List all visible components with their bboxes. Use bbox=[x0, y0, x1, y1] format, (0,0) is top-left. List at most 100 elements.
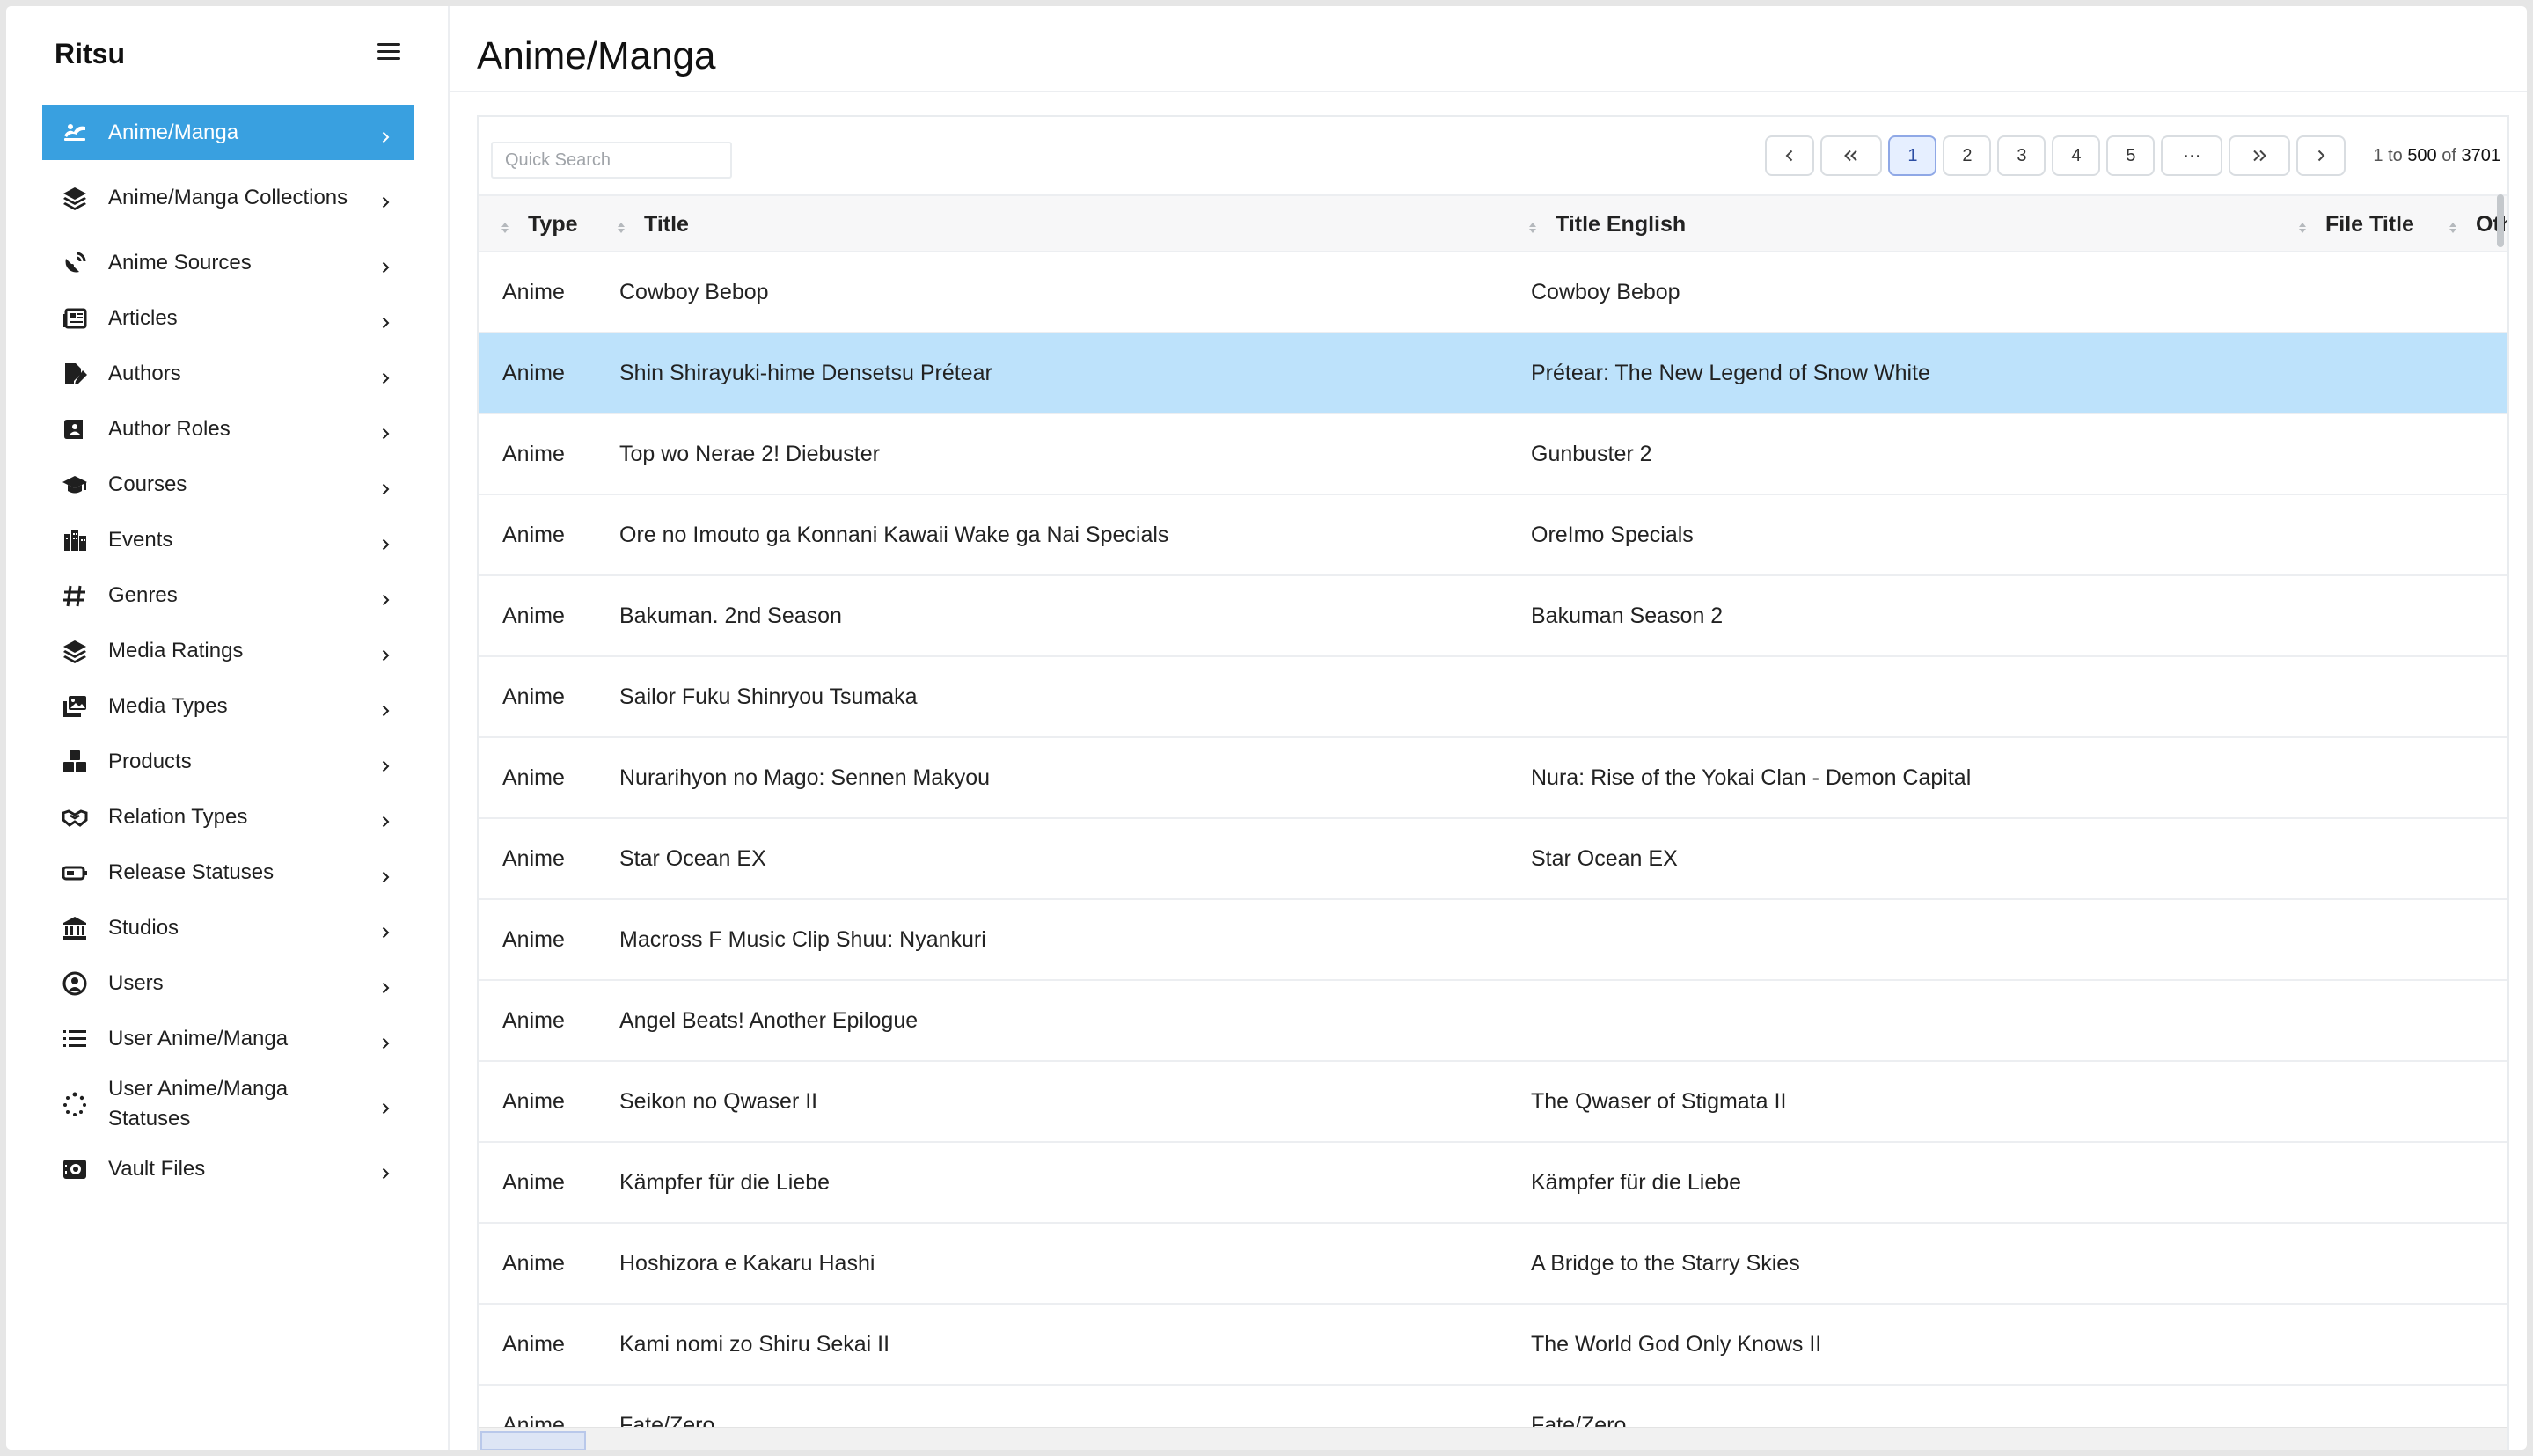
sidebar-item-genres[interactable]: Genres bbox=[42, 567, 414, 623]
sidebar: Ritsu Anime/Manga Anime/Manga Collections… bbox=[6, 6, 450, 1450]
range-prefix: 1 to bbox=[2373, 145, 2403, 165]
chevron-right-icon bbox=[378, 755, 392, 772]
table-row[interactable]: Anime Kami nomi zo Shiru Sekai II The Worl… bbox=[479, 1305, 2507, 1386]
chevron-right-icon bbox=[378, 810, 392, 827]
page-1-button[interactable]: 1 bbox=[1888, 135, 1937, 176]
page-4-button[interactable]: 4 bbox=[2052, 135, 2101, 176]
sidebar-item-label: Studios bbox=[108, 915, 179, 940]
vertical-scrollbar[interactable] bbox=[2497, 194, 2504, 247]
sidebar-item-articles[interactable]: Articles bbox=[42, 290, 414, 346]
cell-type: Anime bbox=[502, 684, 565, 709]
list-icon bbox=[62, 1026, 88, 1052]
range-end: 500 bbox=[2407, 145, 2437, 165]
table-header: Type Title Title English File Title Oth bbox=[479, 194, 2507, 252]
table-row[interactable]: Anime Angel Beats! Another Epilogue bbox=[479, 981, 2507, 1062]
sidebar-item-label: Media Types bbox=[108, 693, 228, 718]
sidebar-item-release-statuses[interactable]: Release Statuses bbox=[42, 845, 414, 900]
sidebar-item-label: Events bbox=[108, 527, 173, 552]
cell-type: Anime bbox=[502, 603, 565, 628]
photo-film-icon bbox=[62, 693, 88, 720]
cell-title-english: The Qwaser of Stigmata II bbox=[1531, 1088, 1787, 1114]
cell-title-english: Prétear: The New Legend of Snow White bbox=[1531, 360, 1930, 385]
column-header-file-title[interactable]: File Title bbox=[2297, 196, 2414, 252]
sidebar-item-vault-files[interactable]: Vault Files bbox=[42, 1141, 414, 1196]
sidebar-item-studios[interactable]: Studios bbox=[42, 900, 414, 955]
sort-icon bbox=[616, 216, 626, 233]
menu-toggle-button[interactable] bbox=[376, 41, 404, 62]
sidebar-item-user-anime-manga-statuses[interactable]: User Anime/Manga Statuses bbox=[42, 1066, 414, 1141]
table-row[interactable]: Anime Sailor Fuku Shinryou Tsumaka bbox=[479, 657, 2507, 738]
horizontal-scrollbar-thumb[interactable] bbox=[480, 1431, 586, 1450]
next-page-button[interactable] bbox=[2296, 135, 2346, 176]
sort-icon bbox=[2448, 216, 2458, 233]
cell-type: Anime bbox=[502, 441, 565, 466]
sidebar-item-anime-sources[interactable]: Anime Sources bbox=[42, 235, 414, 290]
page-5-button[interactable]: 5 bbox=[2106, 135, 2156, 176]
pagination: 12345 ··· 1 to 500 of 3701 bbox=[1765, 135, 2500, 177]
boxes-icon bbox=[62, 749, 88, 775]
cell-title-english: Bakuman Season 2 bbox=[1531, 603, 1724, 628]
sidebar-item-anime-manga[interactable]: Anime/Manga bbox=[42, 105, 414, 160]
cell-title: Top wo Nerae 2! Diebuster bbox=[619, 441, 880, 466]
sidebar-item-author-roles[interactable]: Author Roles bbox=[42, 401, 414, 457]
page-title: Anime/Manga bbox=[477, 34, 716, 77]
chevron-right-icon bbox=[378, 478, 392, 494]
spinner-icon bbox=[62, 1091, 88, 1117]
hamburger-icon bbox=[377, 43, 400, 46]
file-signature-icon bbox=[62, 361, 88, 387]
prev-page-button[interactable] bbox=[1765, 135, 1815, 176]
sidebar-item-anime-manga-collections[interactable]: Anime/Manga Collections bbox=[42, 160, 414, 235]
landmark-icon bbox=[62, 915, 88, 941]
sidebar-item-products[interactable]: Products bbox=[42, 734, 414, 789]
table-row[interactable]: Anime Bakuman. 2nd Season Bakuman Season 2 bbox=[479, 576, 2507, 657]
column-header-label: Title bbox=[644, 211, 689, 237]
sidebar-item-label: Articles bbox=[108, 305, 178, 330]
column-header-title-english[interactable]: Title English bbox=[1527, 196, 1686, 252]
cell-title: Kämpfer für die Liebe bbox=[619, 1169, 831, 1195]
sidebar-item-users[interactable]: Users bbox=[42, 955, 414, 1011]
cell-type: Anime bbox=[502, 1088, 565, 1114]
cell-title-english: Kämpfer für die Liebe bbox=[1531, 1169, 1742, 1195]
table-row[interactable]: Anime Macross F Music Clip Shuu: Nyankuri bbox=[479, 900, 2507, 981]
table-row[interactable]: Anime Shin Shirayuki-hime Densetsu Prétea… bbox=[479, 333, 2507, 414]
chevron-right-icon bbox=[378, 921, 392, 938]
horizontal-scrollbar[interactable] bbox=[479, 1427, 2507, 1450]
sidebar-item-user-anime-manga[interactable]: User Anime/Manga bbox=[42, 1011, 414, 1066]
cell-title: Angel Beats! Another Epilogue bbox=[619, 1007, 919, 1033]
sidebar-item-relation-types[interactable]: Relation Types bbox=[42, 789, 414, 845]
table-row[interactable]: Anime Hoshizora e Kakaru Hashi A Bridge to… bbox=[479, 1224, 2507, 1305]
layers-icon bbox=[62, 638, 88, 664]
quick-search-input[interactable] bbox=[491, 142, 732, 179]
range-total: 3701 bbox=[2461, 145, 2501, 165]
sidebar-nav: Anime/Manga Anime/Manga Collections Anime … bbox=[42, 105, 414, 1196]
sort-icon bbox=[2297, 216, 2308, 233]
cell-title: Ore no Imouto ga Konnani Kawaii Wake ga … bbox=[619, 522, 1169, 547]
chevron-right-icon bbox=[378, 699, 392, 716]
double-chevron-right-icon bbox=[2253, 150, 2267, 162]
last-page-button[interactable] bbox=[2229, 135, 2291, 176]
column-header-title[interactable]: Title bbox=[616, 196, 689, 252]
page-3-button[interactable]: 3 bbox=[1997, 135, 2046, 176]
sidebar-item-authors[interactable]: Authors bbox=[42, 346, 414, 401]
sidebar-item-media-types[interactable]: Media Types bbox=[42, 678, 414, 734]
sidebar-item-courses[interactable]: Courses bbox=[42, 457, 414, 512]
cell-title: Shin Shirayuki-hime Densetsu Prétear bbox=[619, 360, 992, 385]
table-row[interactable]: Anime Star Ocean EX Star Ocean EX bbox=[479, 819, 2507, 900]
table-row[interactable]: Anime Seikon no Qwaser II The Qwaser of St… bbox=[479, 1062, 2507, 1143]
sidebar-item-events[interactable]: Events bbox=[42, 512, 414, 567]
table-row[interactable]: Anime Ore no Imouto ga Konnani Kawaii Wak… bbox=[479, 495, 2507, 576]
cell-title: Kami nomi zo Shiru Sekai II bbox=[619, 1331, 890, 1357]
more-pages-button[interactable]: ··· bbox=[2161, 135, 2223, 176]
first-page-button[interactable] bbox=[1820, 135, 1883, 176]
table-row[interactable]: Anime Top wo Nerae 2! Diebuster Gunbuster … bbox=[479, 414, 2507, 495]
table-row[interactable]: Anime Cowboy Bebop Cowboy Bebop bbox=[479, 252, 2507, 333]
chevron-left-icon bbox=[1785, 150, 1793, 162]
table-row[interactable]: Anime Nurarihyon no Mago: Sennen Makyou Nu… bbox=[479, 738, 2507, 819]
page-2-button[interactable]: 2 bbox=[1943, 135, 1992, 176]
sidebar-item-media-ratings[interactable]: Media Ratings bbox=[42, 623, 414, 678]
cell-title: Star Ocean EX bbox=[619, 845, 766, 871]
chevron-right-icon bbox=[378, 256, 392, 273]
user-circle-icon bbox=[62, 970, 88, 997]
column-header-type[interactable]: Type bbox=[500, 196, 578, 252]
table-row[interactable]: Anime Kämpfer für die Liebe Kämpfer für di… bbox=[479, 1143, 2507, 1224]
